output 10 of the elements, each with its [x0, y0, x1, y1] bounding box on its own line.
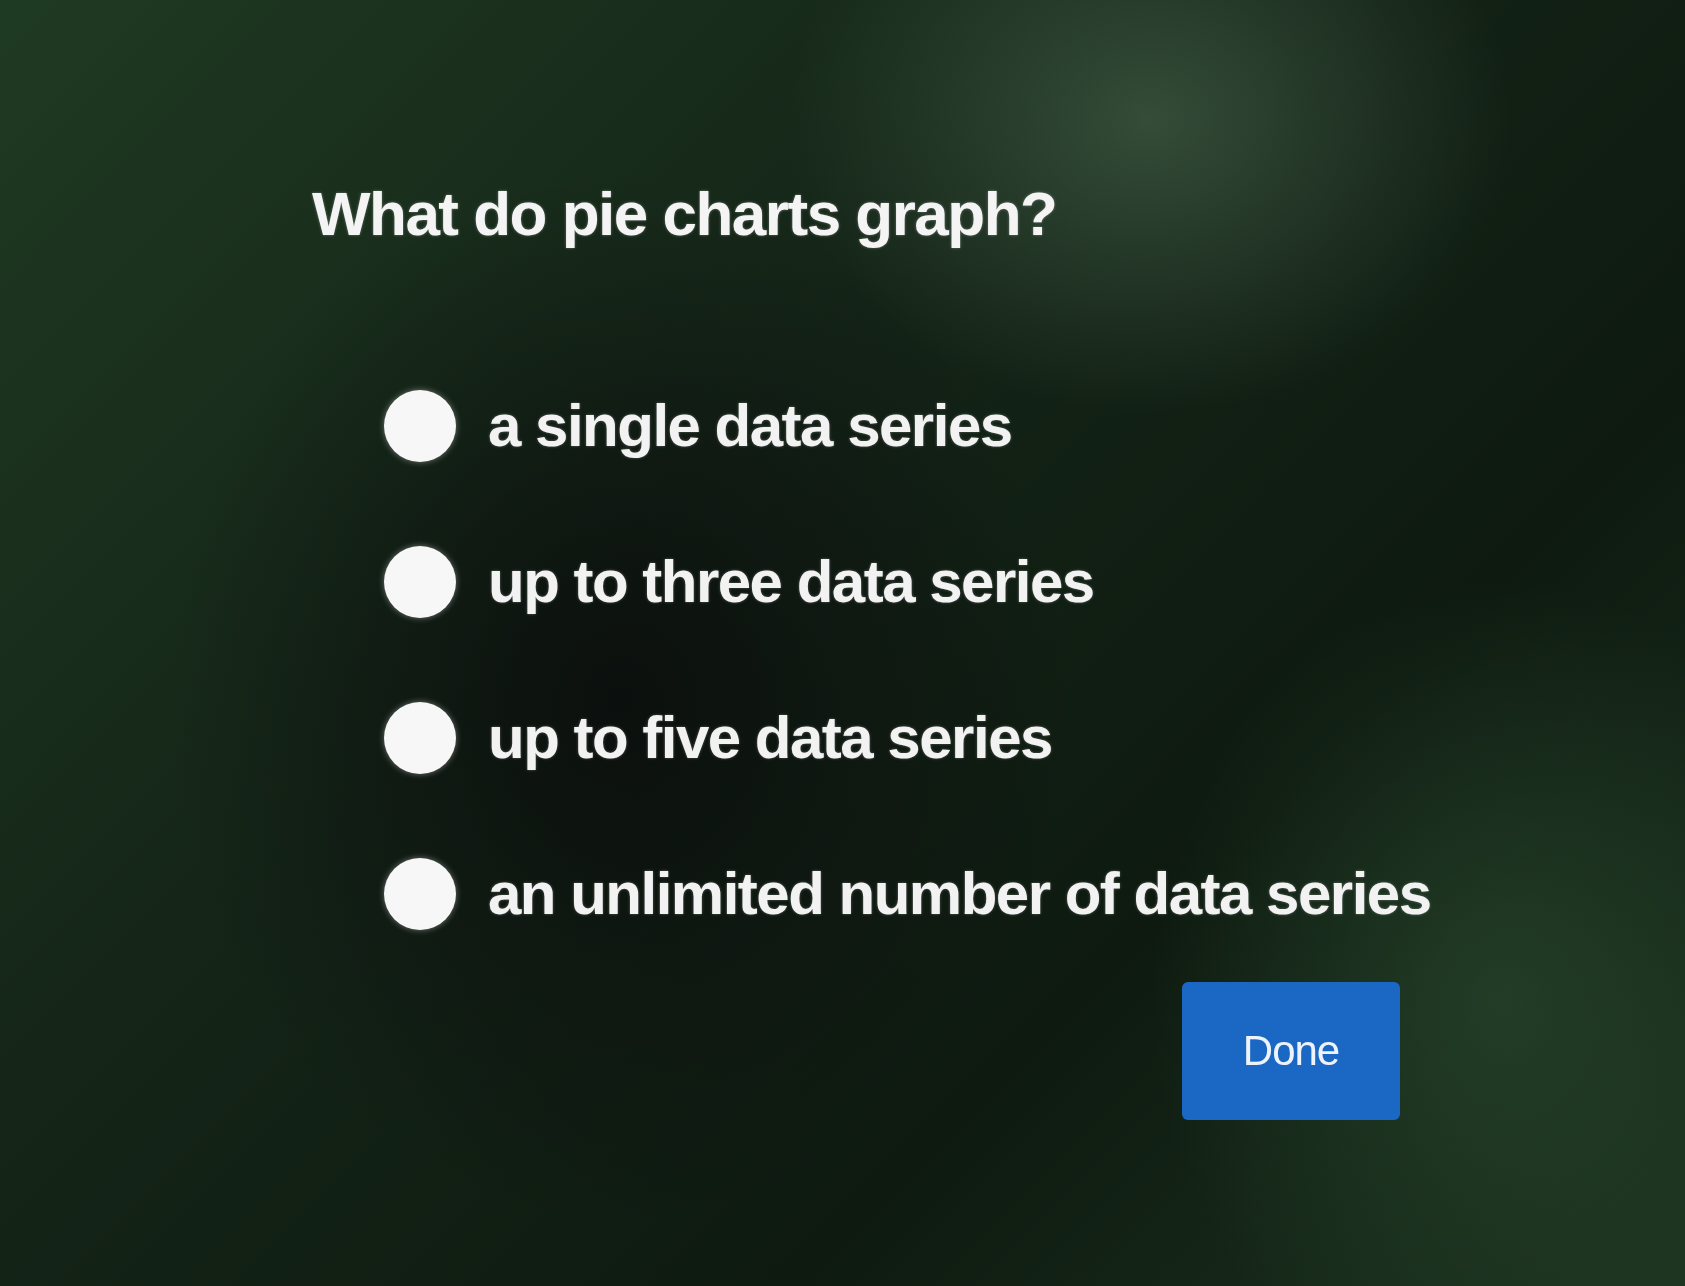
option-label[interactable]: up to five data series: [488, 702, 1052, 774]
option-label[interactable]: a single data series: [488, 390, 1012, 462]
radio-button[interactable]: [384, 702, 456, 774]
done-button[interactable]: Done: [1182, 982, 1400, 1120]
radio-button[interactable]: [384, 390, 456, 462]
option-label[interactable]: up to three data series: [488, 546, 1094, 618]
option-label[interactable]: an unlimited number of data series: [488, 858, 1431, 930]
radio-button[interactable]: [384, 858, 456, 930]
question-text: What do pie charts graph?: [312, 178, 1057, 250]
radio-button[interactable]: [384, 546, 456, 618]
